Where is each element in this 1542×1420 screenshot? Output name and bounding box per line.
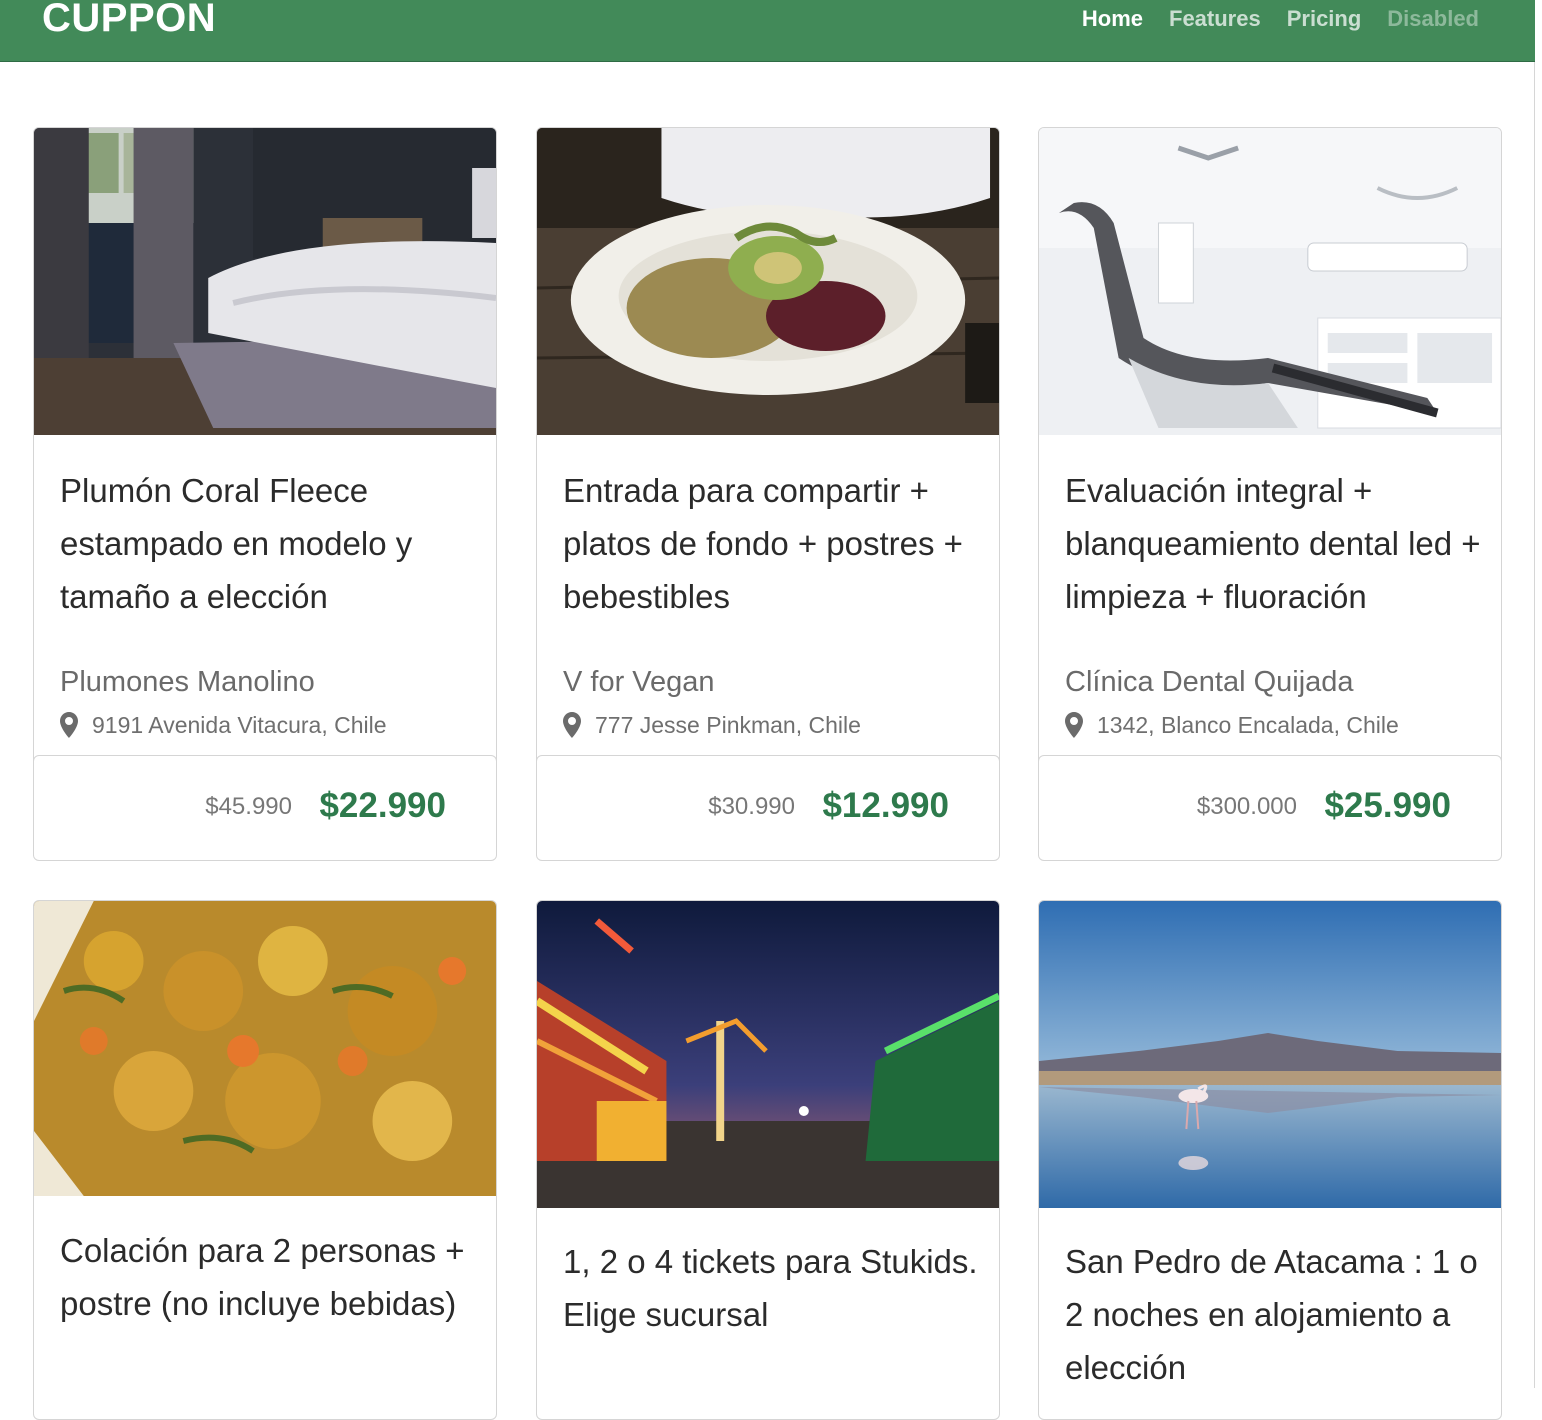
price-footer: $300.000 $25.990 [1039, 755, 1501, 860]
deal-title[interactable]: Colación para 2 personas + postre (no in… [60, 1224, 476, 1330]
new-price: $12.990 [822, 786, 949, 825]
deal-card[interactable]: San Pedro de Atacama : 1 o 2 noches en a… [1038, 900, 1502, 1420]
merchant-name: Clínica Dental Quijada [1065, 666, 1354, 698]
deal-title[interactable]: Entrada para compartir + platos de fondo… [563, 464, 979, 623]
food-dish-photo[interactable] [34, 901, 496, 1196]
old-price: $300.000 [1196, 793, 1297, 820]
bedroom-photo[interactable] [34, 128, 496, 435]
nav-link-features[interactable]: Features [1169, 4, 1261, 34]
deal-card[interactable]: 1, 2 o 4 tickets para Stukids. Elige suc… [536, 900, 1000, 1420]
vegan-plate-photo[interactable] [537, 128, 999, 435]
nav-link-home[interactable]: Home [1082, 4, 1143, 34]
old-price: $45.990 [205, 793, 292, 820]
merchant-name: V for Vegan [563, 666, 715, 698]
merchant-address: 777 Jesse Pinkman, Chile [563, 710, 861, 740]
nav-link-pricing[interactable]: Pricing [1287, 4, 1362, 34]
fairground-night-photo[interactable] [537, 901, 999, 1208]
salt-lake-flamingo-photo[interactable] [1039, 901, 1501, 1208]
page: CUPPON Home Features Pricing Disabled Pl… [0, 0, 1535, 1420]
deal-card[interactable]: Evaluación integral + blanqueamiento den… [1038, 127, 1502, 861]
price-footer: $45.990 $22.990 [34, 755, 496, 860]
address-text: 777 Jesse Pinkman, Chile [595, 712, 861, 738]
new-price: $22.990 [319, 786, 446, 825]
nav-links: Home Features Pricing Disabled [1082, 4, 1479, 34]
deal-card[interactable]: Colación para 2 personas + postre (no in… [33, 900, 497, 1420]
merchant-name: Plumones Manolino [60, 666, 315, 698]
nav-link-disabled: Disabled [1387, 6, 1479, 31]
map-pin-icon [563, 712, 581, 738]
top-navbar: CUPPON Home Features Pricing Disabled [0, 0, 1535, 62]
map-pin-icon [60, 712, 78, 738]
old-price: $30.990 [708, 793, 795, 820]
merchant-address: 1342, Blanco Encalada, Chile [1065, 710, 1399, 740]
deal-title[interactable]: 1, 2 o 4 tickets para Stukids. Elige suc… [563, 1235, 979, 1341]
deal-title[interactable]: Evaluación integral + blanqueamiento den… [1065, 464, 1481, 623]
dental-chair-photo[interactable] [1039, 128, 1501, 435]
address-text: 1342, Blanco Encalada, Chile [1097, 712, 1399, 738]
price-footer: $30.990 $12.990 [537, 755, 999, 860]
deal-title[interactable]: San Pedro de Atacama : 1 o 2 noches en a… [1065, 1235, 1481, 1394]
new-price: $25.990 [1324, 786, 1451, 825]
brand-logo[interactable]: CUPPON [42, 0, 216, 40]
deal-card[interactable]: Entrada para compartir + platos de fondo… [536, 127, 1000, 861]
deal-title[interactable]: Plumón Coral Fleece estampado en modelo … [60, 464, 476, 623]
address-text: 9191 Avenida Vitacura, Chile [92, 712, 387, 738]
merchant-address: 9191 Avenida Vitacura, Chile [60, 710, 387, 740]
map-pin-icon [1065, 712, 1083, 738]
deal-card[interactable]: Plumón Coral Fleece estampado en modelo … [33, 127, 497, 861]
